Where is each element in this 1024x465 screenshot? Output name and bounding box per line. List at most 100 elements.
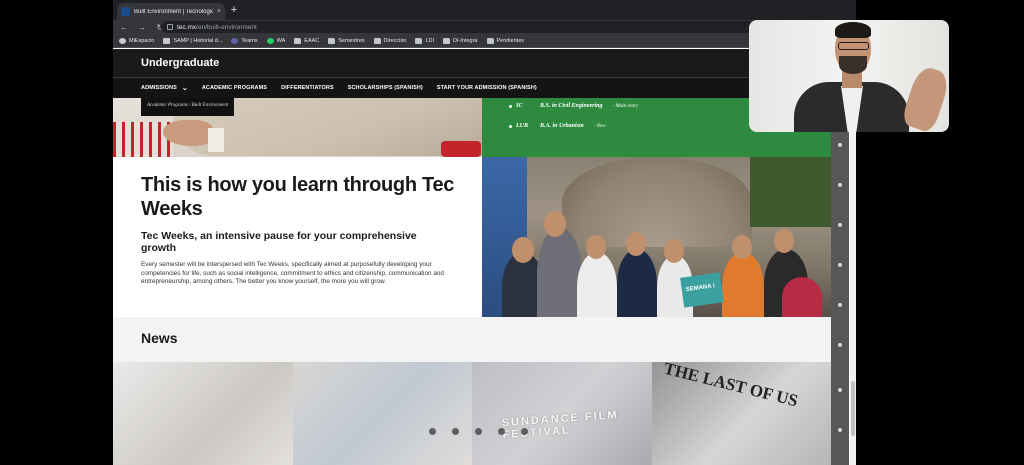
news-card[interactable]: SUNDANCE FILM FESTIVAL — [472, 362, 652, 465]
bookmark-label: Teams — [241, 37, 258, 44]
carousel-dots — [429, 428, 528, 435]
back-button[interactable]: ← — [119, 23, 129, 32]
section-pip[interactable] — [838, 223, 842, 227]
photo-dome — [562, 157, 752, 247]
carousel-dot[interactable] — [521, 428, 528, 435]
bookmarks-bar: MiEspacio SAMP | Historial d... Teams WA… — [113, 34, 856, 48]
browser-window: Built Environment | Tecnológico × + ← → … — [113, 0, 856, 465]
photo-person — [577, 252, 617, 317]
bookmark-semestres[interactable]: Semestres — [328, 37, 365, 44]
url-path: /en/built-environment — [196, 23, 257, 31]
address-bar-row: ← → ↻ tec.mx/en/built-environment — [113, 20, 856, 34]
hero-cuff — [208, 128, 224, 152]
section-pip[interactable] — [838, 388, 842, 392]
program-code: IC — [516, 103, 523, 109]
program-code: LUB — [516, 123, 528, 129]
bookmark-label: Semestres — [338, 37, 365, 44]
bookmark-label: WA — [276, 37, 286, 44]
nav-admissions[interactable]: ADMISSIONS ⌄ — [141, 84, 188, 92]
bookmark-teams[interactable]: Teams — [231, 37, 258, 44]
bookmark-label: DI-Integra — [453, 37, 478, 44]
program-name: B.S. in Civil Engineering — [540, 103, 603, 109]
nav-scholarships[interactable]: SCHOLARSHIPS (SPANISH) — [348, 85, 423, 91]
browser-tab[interactable]: Built Environment | Tecnológico × — [117, 3, 225, 20]
breadcrumb[interactable]: Academic Programs / Built Environment — [141, 98, 235, 116]
photo-person — [722, 252, 764, 317]
webcam-overlay — [749, 20, 949, 132]
bookmark-miespacio[interactable]: MiEspacio — [119, 37, 155, 44]
folder-icon — [443, 37, 451, 44]
photo-person — [782, 277, 822, 317]
nav-academic-programs[interactable]: ACADEMIC PROGRAMS — [202, 85, 267, 91]
section-pip[interactable] — [838, 428, 842, 432]
hero-red-object-2 — [441, 141, 481, 157]
favicon-icon — [121, 7, 130, 16]
news-header-band — [113, 317, 831, 365]
bookmark-label: LDI — [425, 37, 435, 44]
tab-title: Built Environment | Tecnológico — [134, 8, 213, 15]
folder-icon — [486, 37, 494, 44]
bookmark-pendientes[interactable]: Pendientes — [486, 37, 525, 44]
program-name: B.A. in Urbanism — [540, 123, 584, 129]
bookmark-label: Pendientes — [496, 37, 525, 44]
bookmark-di-integra[interactable]: DI-Integra — [443, 37, 478, 44]
chevron-down-icon: ⌄ — [181, 85, 188, 92]
presenter-hair — [835, 22, 871, 38]
news-card[interactable] — [113, 362, 293, 465]
site-nav: ADMISSIONS ⌄ ACADEMIC PROGRAMS DIFFERENTI… — [113, 77, 856, 98]
photo-person-head — [774, 229, 794, 253]
news-card[interactable]: THE LAST OF US — [651, 362, 831, 465]
photo-person — [537, 227, 582, 317]
bookmark-label: EAAC — [304, 37, 320, 44]
nav-start-admission[interactable]: START YOUR ADMISSION (SPANISH) — [437, 85, 537, 91]
folder-icon — [415, 37, 423, 44]
bookmark-samp[interactable]: SAMP | Historial d... — [163, 37, 222, 44]
section-pip[interactable] — [838, 343, 842, 347]
tec-weeks-section: This is how you learn through Tec Weeks … — [113, 157, 482, 317]
nav-label: ADMISSIONS — [141, 85, 177, 91]
photo-person-head — [512, 237, 534, 263]
section-pip[interactable] — [838, 303, 842, 307]
forward-button[interactable]: → — [137, 23, 147, 32]
photo-person-head — [586, 235, 606, 259]
bookmark-eaac[interactable]: EAAC — [294, 37, 320, 44]
page-icon — [163, 37, 171, 44]
address-input[interactable]: tec.mx/en/built-environment — [161, 21, 781, 33]
carousel-dot[interactable] — [452, 428, 459, 435]
close-tab-icon[interactable]: × — [217, 8, 221, 15]
program-item-ic[interactable]: IC B.S. in Civil Engineering - Multi-ent… — [509, 103, 638, 109]
news-card[interactable] — [292, 362, 472, 465]
section-pip[interactable] — [838, 183, 842, 187]
section-body: Every semester will be interspersed with… — [141, 261, 444, 286]
program-note: - New — [593, 123, 606, 129]
news-heading: News — [141, 330, 178, 346]
site-brand[interactable]: Undergraduate — [141, 57, 219, 69]
screen: Built Environment | Tecnológico × + ← → … — [0, 0, 1024, 465]
program-item-lub[interactable]: LUB B.A. in Urbanism - New — [509, 123, 606, 129]
bookmark-wa[interactable]: WA — [266, 37, 286, 44]
nav-differentiators[interactable]: DIFFERENTIATORS — [281, 85, 334, 91]
students-photo: SEMANA i — [482, 157, 831, 317]
folder-icon — [294, 37, 302, 44]
card-overlay — [113, 362, 293, 465]
carousel-dot[interactable] — [498, 428, 505, 435]
bullet-icon — [509, 105, 512, 108]
folder-icon — [373, 37, 381, 44]
section-pip[interactable] — [838, 143, 842, 147]
carousel-dot[interactable] — [429, 428, 436, 435]
bookmark-label: MiEspacio — [129, 37, 155, 44]
presenter-beard — [839, 56, 867, 74]
card-overlay — [292, 362, 472, 465]
page-title: This is how you learn through Tec Weeks — [141, 174, 455, 220]
hero-hand — [163, 120, 213, 146]
photo-sign: SEMANA i — [680, 272, 724, 308]
photo-person-head — [664, 239, 684, 263]
section-pip[interactable] — [838, 263, 842, 267]
scrollbar-thumb[interactable] — [851, 381, 855, 436]
news-carousel: SUNDANCE FILM FESTIVAL THE LAST OF US — [113, 362, 831, 465]
new-tab-button[interactable]: + — [227, 3, 241, 17]
bullet-icon — [509, 125, 512, 128]
bookmark-ldi[interactable]: LDI — [415, 37, 435, 44]
carousel-dot[interactable] — [475, 428, 482, 435]
bookmark-direccion[interactable]: Dirección — [373, 37, 406, 44]
